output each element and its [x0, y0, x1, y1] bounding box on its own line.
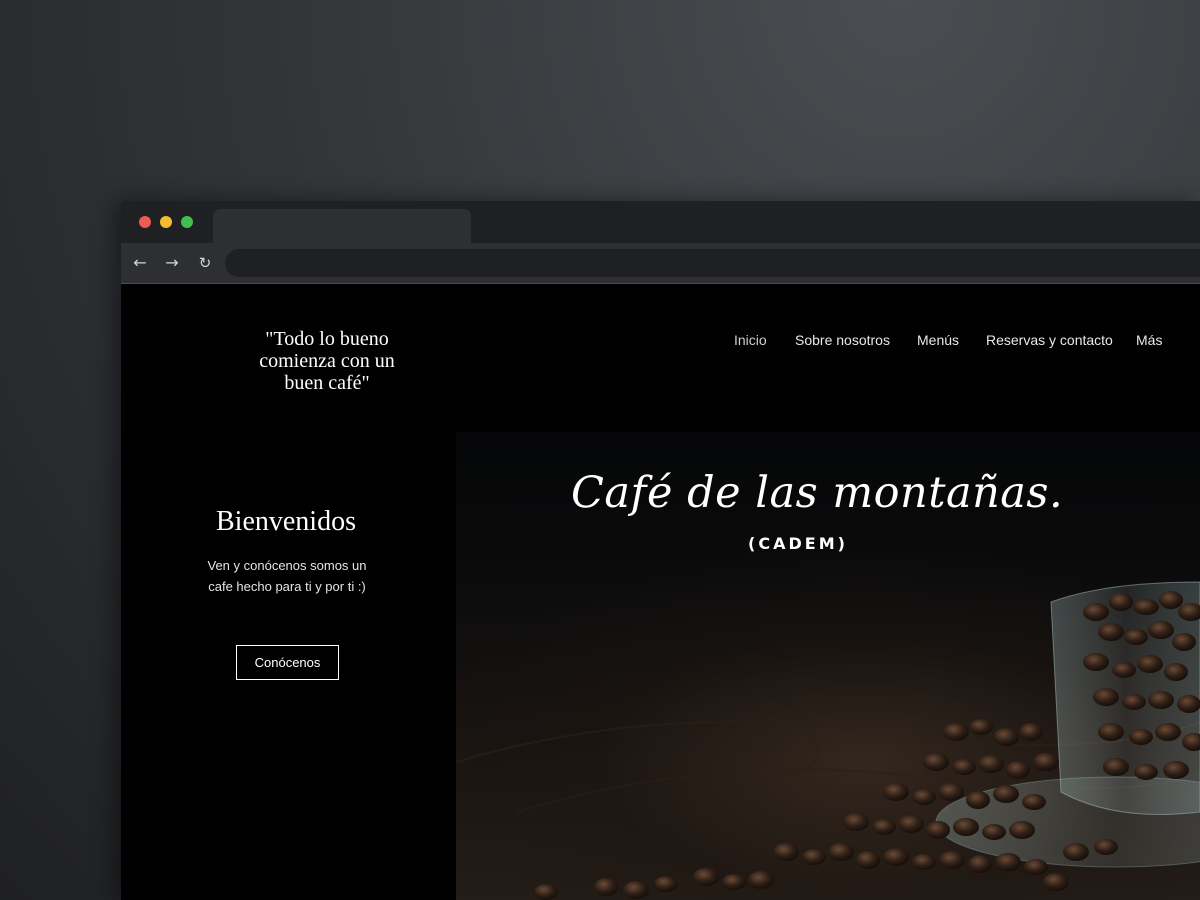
reload-icon[interactable]: ↻ [195, 253, 215, 273]
nav-item-sobre-nosotros[interactable]: Sobre nosotros [795, 332, 890, 348]
conocenos-button[interactable]: Conócenos [236, 645, 339, 680]
browser-title-bar [121, 201, 1200, 243]
nav-item-menus[interactable]: Menús [917, 332, 959, 348]
nav-item-inicio[interactable]: Inicio [734, 332, 767, 348]
welcome-panel: Bienvenidos Ven y conócenos somos un caf… [121, 432, 456, 900]
hero-title: Café de las montañas. [571, 468, 1064, 518]
main-nav: Inicio Sobre nosotros Menús Reservas y c… [121, 332, 1200, 352]
arrow-right-icon[interactable]: → [162, 253, 182, 273]
minimize-window-button[interactable] [160, 216, 172, 228]
browser-window: ← → ↻ "Todo lo bueno comienza con un bue… [121, 201, 1200, 900]
arrow-left-icon[interactable]: ← [130, 253, 150, 273]
maximize-window-button[interactable] [181, 216, 193, 228]
browser-tab[interactable] [213, 209, 471, 243]
welcome-heading: Bienvenidos [216, 506, 356, 537]
nav-item-mas[interactable]: Más [1136, 332, 1162, 348]
nav-item-reservas[interactable]: Reservas y contacto [986, 332, 1113, 348]
hero-subtitle: (CADEM) [748, 534, 848, 553]
hero-image: Café de las montañas. (CADEM) [456, 432, 1200, 900]
welcome-text: Ven y conócenos somos un cafe hecho para… [207, 558, 367, 594]
close-window-button[interactable] [139, 216, 151, 228]
browser-toolbar: ← → ↻ [121, 243, 1200, 284]
web-page: "Todo lo bueno comienza con un buen café… [121, 284, 1200, 900]
address-bar[interactable] [225, 249, 1200, 277]
site-header: "Todo lo bueno comienza con un buen café… [121, 284, 1200, 432]
